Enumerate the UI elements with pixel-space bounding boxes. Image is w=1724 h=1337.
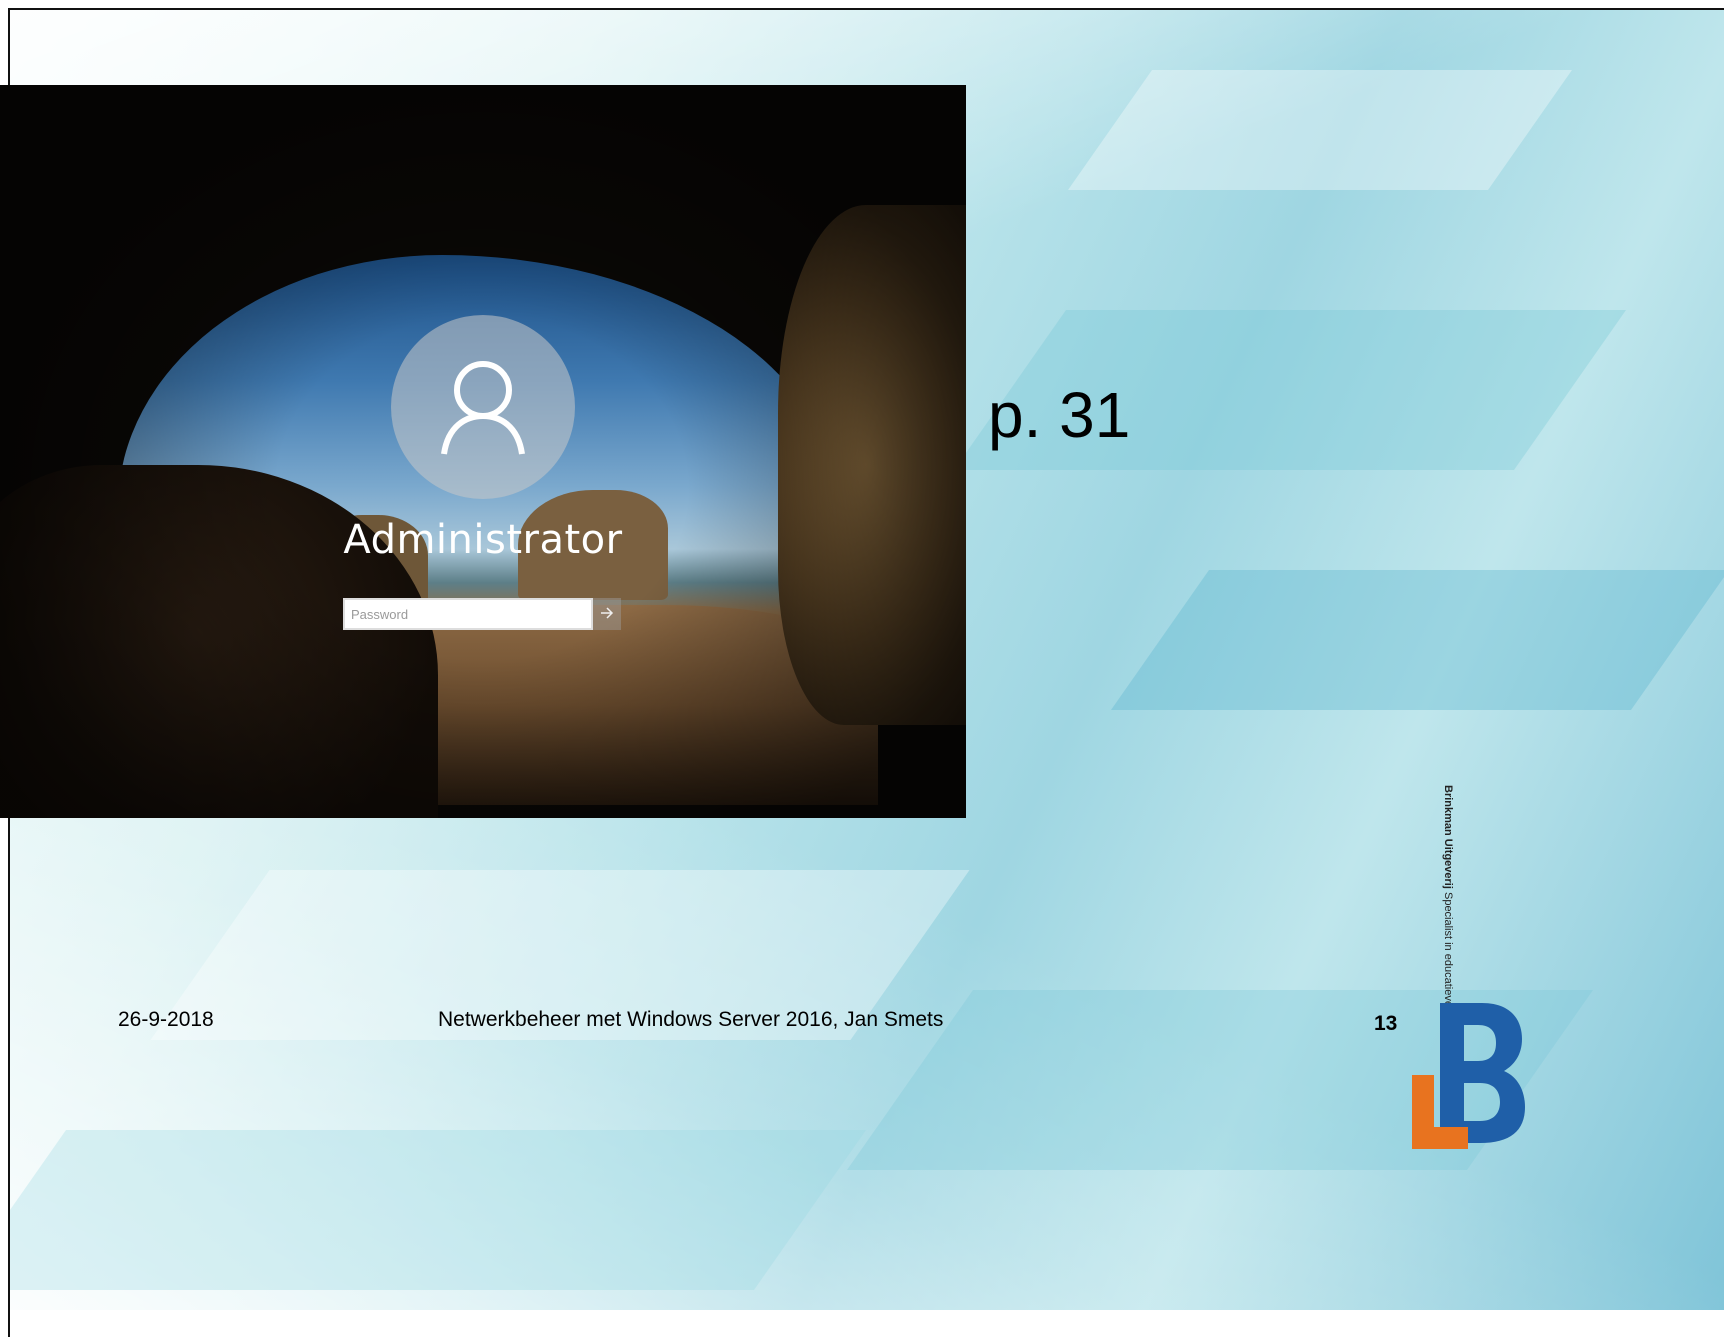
login-screenshot: Administrator — [0, 85, 966, 818]
user-icon — [441, 361, 525, 455]
slide-bottom-margin — [10, 1310, 1724, 1337]
user-avatar — [391, 315, 575, 499]
username-label: Administrator — [343, 517, 623, 563]
arrow-right-icon — [601, 607, 614, 619]
submit-button[interactable] — [593, 598, 621, 630]
password-input[interactable] — [343, 598, 593, 630]
slide-number: 13 — [1374, 1012, 1398, 1035]
footer-title: Netwerkbeheer met Windows Server 2016, J… — [438, 1008, 944, 1031]
footer-date: 26-9-2018 — [118, 1008, 214, 1031]
page-reference: p. 31 — [988, 379, 1131, 451]
publisher-logo — [1412, 1003, 1525, 1149]
password-row — [343, 598, 621, 630]
publisher-name: Brinkman Uitgeverij — [1442, 785, 1454, 889]
